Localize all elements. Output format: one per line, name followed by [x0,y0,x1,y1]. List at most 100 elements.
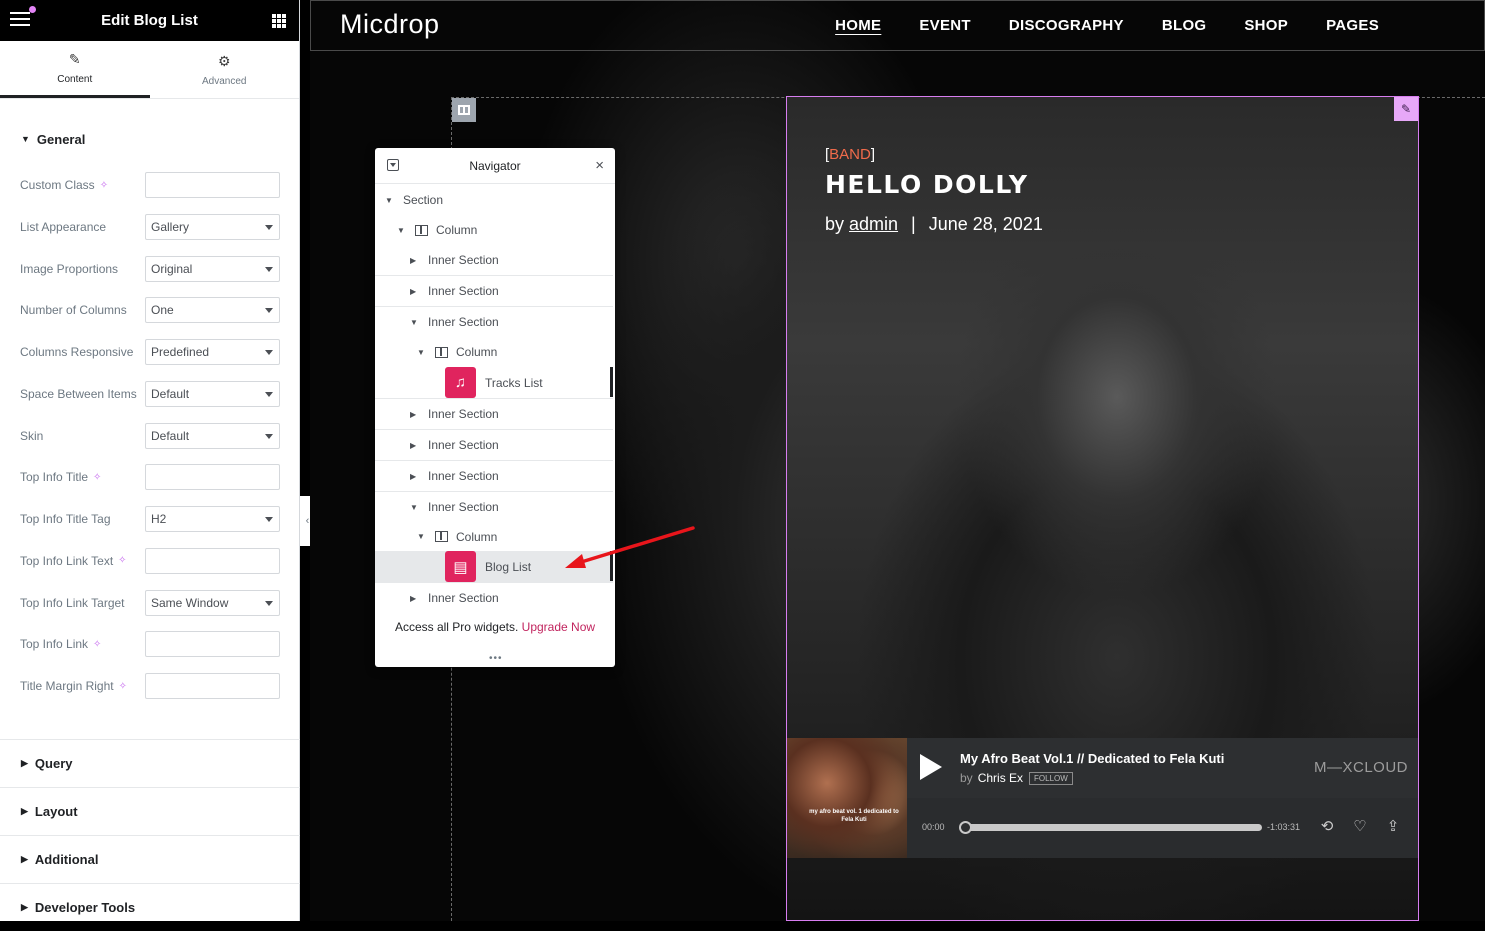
ai-sparkle-icon[interactable]: ✧ [100,180,108,191]
caret-right-icon[interactable]: ▶ [410,472,420,481]
number-of-columns-select[interactable]: One [145,297,280,324]
resize-grip-icon[interactable]: ••• [489,653,503,664]
heart-icon[interactable]: ♡ [1350,816,1370,836]
section-query-toggle[interactable]: ▶ Query [0,739,300,787]
top-info-link-input[interactable] [145,631,280,658]
nav-pages[interactable]: PAGES [1326,17,1379,34]
menu-icon[interactable] [10,6,36,28]
caret-down-icon[interactable]: ▼ [397,226,407,235]
follow-button[interactable]: FOLLOW [1029,771,1073,785]
control-label: Top Info Link ✧ [20,637,101,651]
navigator-item-column[interactable]: ▼ Column [375,215,613,245]
meta-separator: | [911,214,916,234]
panel-header: Edit Blog List [0,0,299,41]
repeat-icon[interactable]: ⟲ [1317,816,1337,836]
navigator-item-inner-section[interactable]: ▼ Inner Section [375,491,613,522]
caret-down-icon[interactable]: ▼ [385,196,395,205]
nav-event[interactable]: EVENT [919,17,971,34]
mixcloud-logo[interactable]: M—XCLOUD [1314,759,1408,776]
navigator-item-inner-section[interactable]: ▶ Inner Section [375,275,613,306]
control-label-text: Top Info Title [20,470,89,485]
nav-blog[interactable]: BLOG [1162,17,1207,34]
editor-panel: Edit Blog List ✎ Content ⚙ Advanced ▼ Ge… [0,0,300,921]
edit-widget-button[interactable]: ✎ [1394,97,1418,121]
column-handle[interactable] [452,98,476,122]
column-icon [458,105,470,115]
caret-down-icon[interactable]: ▼ [410,318,420,327]
ai-sparkle-icon[interactable]: ✧ [118,555,126,566]
columns-responsive-select[interactable]: Predefined [145,339,280,365]
top-info-link-target-select[interactable]: Same Window [145,589,280,616]
track-artist[interactable]: Chris Ex [978,771,1023,785]
navigator-item-inner-section[interactable]: ▼ Inner Section [375,306,613,337]
widgets-grid-icon[interactable] [272,14,286,28]
caret-right-icon[interactable]: ▶ [410,441,420,450]
control-label: Image Proportions [20,262,118,276]
caret-right-icon[interactable]: ▶ [410,287,420,296]
collapse-all-icon[interactable] [387,159,399,171]
tab-advanced[interactable]: ⚙ Advanced [150,41,300,98]
track-title[interactable]: My Afro Beat Vol.1 // Dedicated to Fela … [960,751,1224,766]
progress-bar[interactable] [959,821,1262,834]
ai-sparkle-icon[interactable]: ✧ [93,472,101,483]
title-margin-right-input[interactable] [145,673,280,699]
custom-class-input[interactable] [145,172,280,198]
navigator-item-tracks-list[interactable]: ♫ Tracks List [375,367,613,398]
field-value: Predefined [151,345,210,359]
nav-discography[interactable]: DISCOGRAPHY [1009,17,1124,34]
caret-right-icon[interactable]: ▶ [410,256,420,265]
navigator-item-column[interactable]: ▼ Column [375,337,613,367]
navigator-header: Navigator × [375,148,615,184]
navigator-item-inner-section[interactable]: ▶ Inner Section [375,398,613,429]
caret-down-icon[interactable]: ▼ [417,348,427,357]
time-elapsed: 00:00 [922,822,945,832]
control-label-text: Title Margin Right [20,679,114,693]
post-author-link[interactable]: admin [849,214,898,235]
column-icon [415,224,428,236]
navigator-item-inner-section[interactable]: ▶ Inner Section [375,245,613,275]
field-value: Default [151,386,190,401]
list-appearance-select[interactable]: Gallery [145,213,280,240]
section-layout-toggle[interactable]: ▶ Layout [0,787,300,835]
nav-home[interactable]: HOME [835,17,881,34]
pro-widgets-text: Access all Pro widgets. [394,620,519,634]
ai-sparkle-icon[interactable]: ✧ [93,639,101,650]
dropdown-arrow-icon [265,391,273,397]
section-general-toggle[interactable]: ▼ General [0,131,299,147]
caret-right-icon: ▶ [21,902,28,912]
nav-shop[interactable]: SHOP [1244,17,1288,34]
space-between-items-select[interactable]: Default [145,380,280,407]
post-date: June 28, 2021 [928,214,1043,234]
navigator-item-inner-section[interactable]: ▶ Inner Section [375,460,613,491]
top-info-title-input[interactable] [145,464,280,491]
navigator-item-inner-section[interactable]: ▶ Inner Section [375,582,613,613]
section-additional-toggle[interactable]: ▶ Additional [0,835,300,883]
control-top-info-link-text: Top Info Link Text ✧ [20,547,280,574]
active-indicator [610,367,613,397]
progress-knob[interactable] [959,821,972,834]
control-label: Top Info Link Target [20,596,125,610]
post-category[interactable]: [BAND] [825,146,875,163]
caret-down-icon[interactable]: ▼ [410,503,420,512]
section-developer-tools-toggle[interactable]: ▶ Developer Tools [0,883,300,931]
navigator-item-inner-section[interactable]: ▶ Inner Section [375,429,613,460]
navigator-item-label: Blog List [485,559,532,574]
upgrade-now-link[interactable]: Upgrade Now [522,620,595,634]
play-icon[interactable] [920,754,942,780]
caret-down-icon[interactable]: ▼ [417,532,427,541]
image-proportions-select[interactable]: Original [145,255,280,282]
skin-select[interactable]: Default [145,422,280,449]
blog-list-card[interactable]: ✎ [BAND] HELLO DOLLY by admin | June 28,… [786,96,1419,921]
top-info-link-text-input[interactable] [145,547,280,574]
post-title[interactable]: HELLO DOLLY [825,170,1029,199]
category-bracket-close: ] [870,146,876,163]
site-logo[interactable]: Micdrop [340,9,440,40]
ai-sparkle-icon[interactable]: ✧ [119,681,127,692]
caret-right-icon[interactable]: ▶ [410,410,420,419]
close-icon[interactable]: × [595,157,604,174]
navigator-item-section[interactable]: ▼ Section [375,185,613,215]
caret-right-icon[interactable]: ▶ [410,594,420,603]
share-icon[interactable]: ⇪ [1383,816,1403,836]
tab-content[interactable]: ✎ Content [0,41,150,98]
top-info-title-tag-select[interactable]: H2 [145,506,280,532]
